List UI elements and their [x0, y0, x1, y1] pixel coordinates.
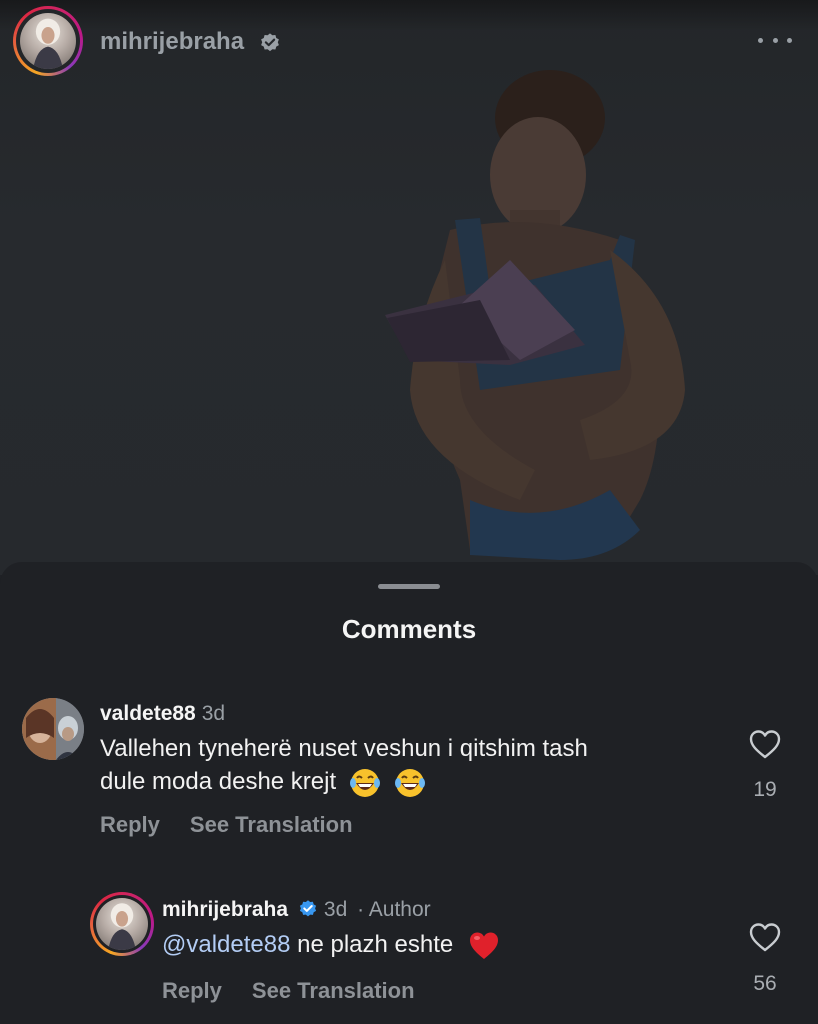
verified-badge-icon: [299, 900, 316, 917]
post-media[interactable]: mihrijebraha: [0, 0, 818, 575]
reply-header: mihrijebraha 3d · Author: [162, 898, 431, 922]
post-username[interactable]: mihrijebraha: [100, 28, 281, 56]
red-heart-emoji-icon: [469, 932, 498, 959]
reply-text-body: ne plazh eshte: [290, 931, 454, 958]
sheet-title: Comments: [341, 614, 477, 644]
avatar-figure-icon: [108, 903, 136, 950]
see-translation-button[interactable]: See Translation: [190, 812, 353, 837]
verified-badge-icon: [260, 33, 279, 51]
comment-username[interactable]: valdete88: [100, 702, 196, 725]
comment-time: 3d: [201, 702, 226, 725]
more-options-icon[interactable]: [758, 26, 792, 54]
avatar-photo-icon: [22, 698, 84, 760]
sheet-drag-handle[interactable]: [378, 584, 440, 589]
comment-text-line: dule moda deshe krejt: [100, 765, 700, 799]
story-ring[interactable]: [13, 6, 83, 76]
reply-username[interactable]: mihrijebraha: [162, 898, 288, 921]
reply-story-ring[interactable]: [90, 892, 154, 956]
more-dot: [787, 37, 792, 43]
reply-text: @valdete88 ne plazh eshte: [162, 928, 762, 962]
post-username-text[interactable]: mihrijebraha: [100, 28, 244, 55]
profile-avatar[interactable]: [20, 13, 76, 69]
more-dot: [772, 37, 778, 43]
comment-text-line-2: dule moda deshe krejt: [100, 768, 337, 795]
comments-sheet: Comments valdete88 3d Vallehen tyneherë n…: [0, 562, 818, 1024]
heart-like-icon[interactable]: [748, 921, 782, 953]
reply-button[interactable]: Reply: [100, 812, 160, 837]
more-dot: [758, 37, 763, 43]
avatar-figure-icon: [33, 18, 63, 69]
comment-actions: Reply See Translation: [100, 812, 383, 838]
comment-text: Vallehen tyneherë nuset veshun i qitshim…: [100, 732, 700, 799]
comment-header: valdete88 3d: [100, 702, 225, 726]
like-count: 56: [753, 972, 777, 995]
laughing-tears-emoji-icon: [394, 768, 425, 797]
post-photo: [385, 70, 685, 560]
like-count: 19: [753, 778, 777, 801]
laughing-tears-emoji-icon: [349, 768, 380, 797]
mention-link[interactable]: @valdete88: [162, 931, 290, 958]
reply-time: 3d: [323, 898, 348, 921]
comment-text-line: Vallehen tyneherë nuset veshun i qitshim…: [100, 735, 588, 762]
reply-button[interactable]: Reply: [162, 978, 222, 1003]
commenter-avatar[interactable]: [22, 698, 84, 760]
post-header: mihrijebraha: [0, 0, 818, 86]
see-translation-button[interactable]: See Translation: [252, 978, 415, 1003]
reply-avatar[interactable]: [96, 898, 148, 950]
heart-like-icon[interactable]: [748, 728, 782, 760]
reply-actions: Reply See Translation: [162, 978, 445, 1004]
author-label: · Author: [357, 898, 431, 921]
